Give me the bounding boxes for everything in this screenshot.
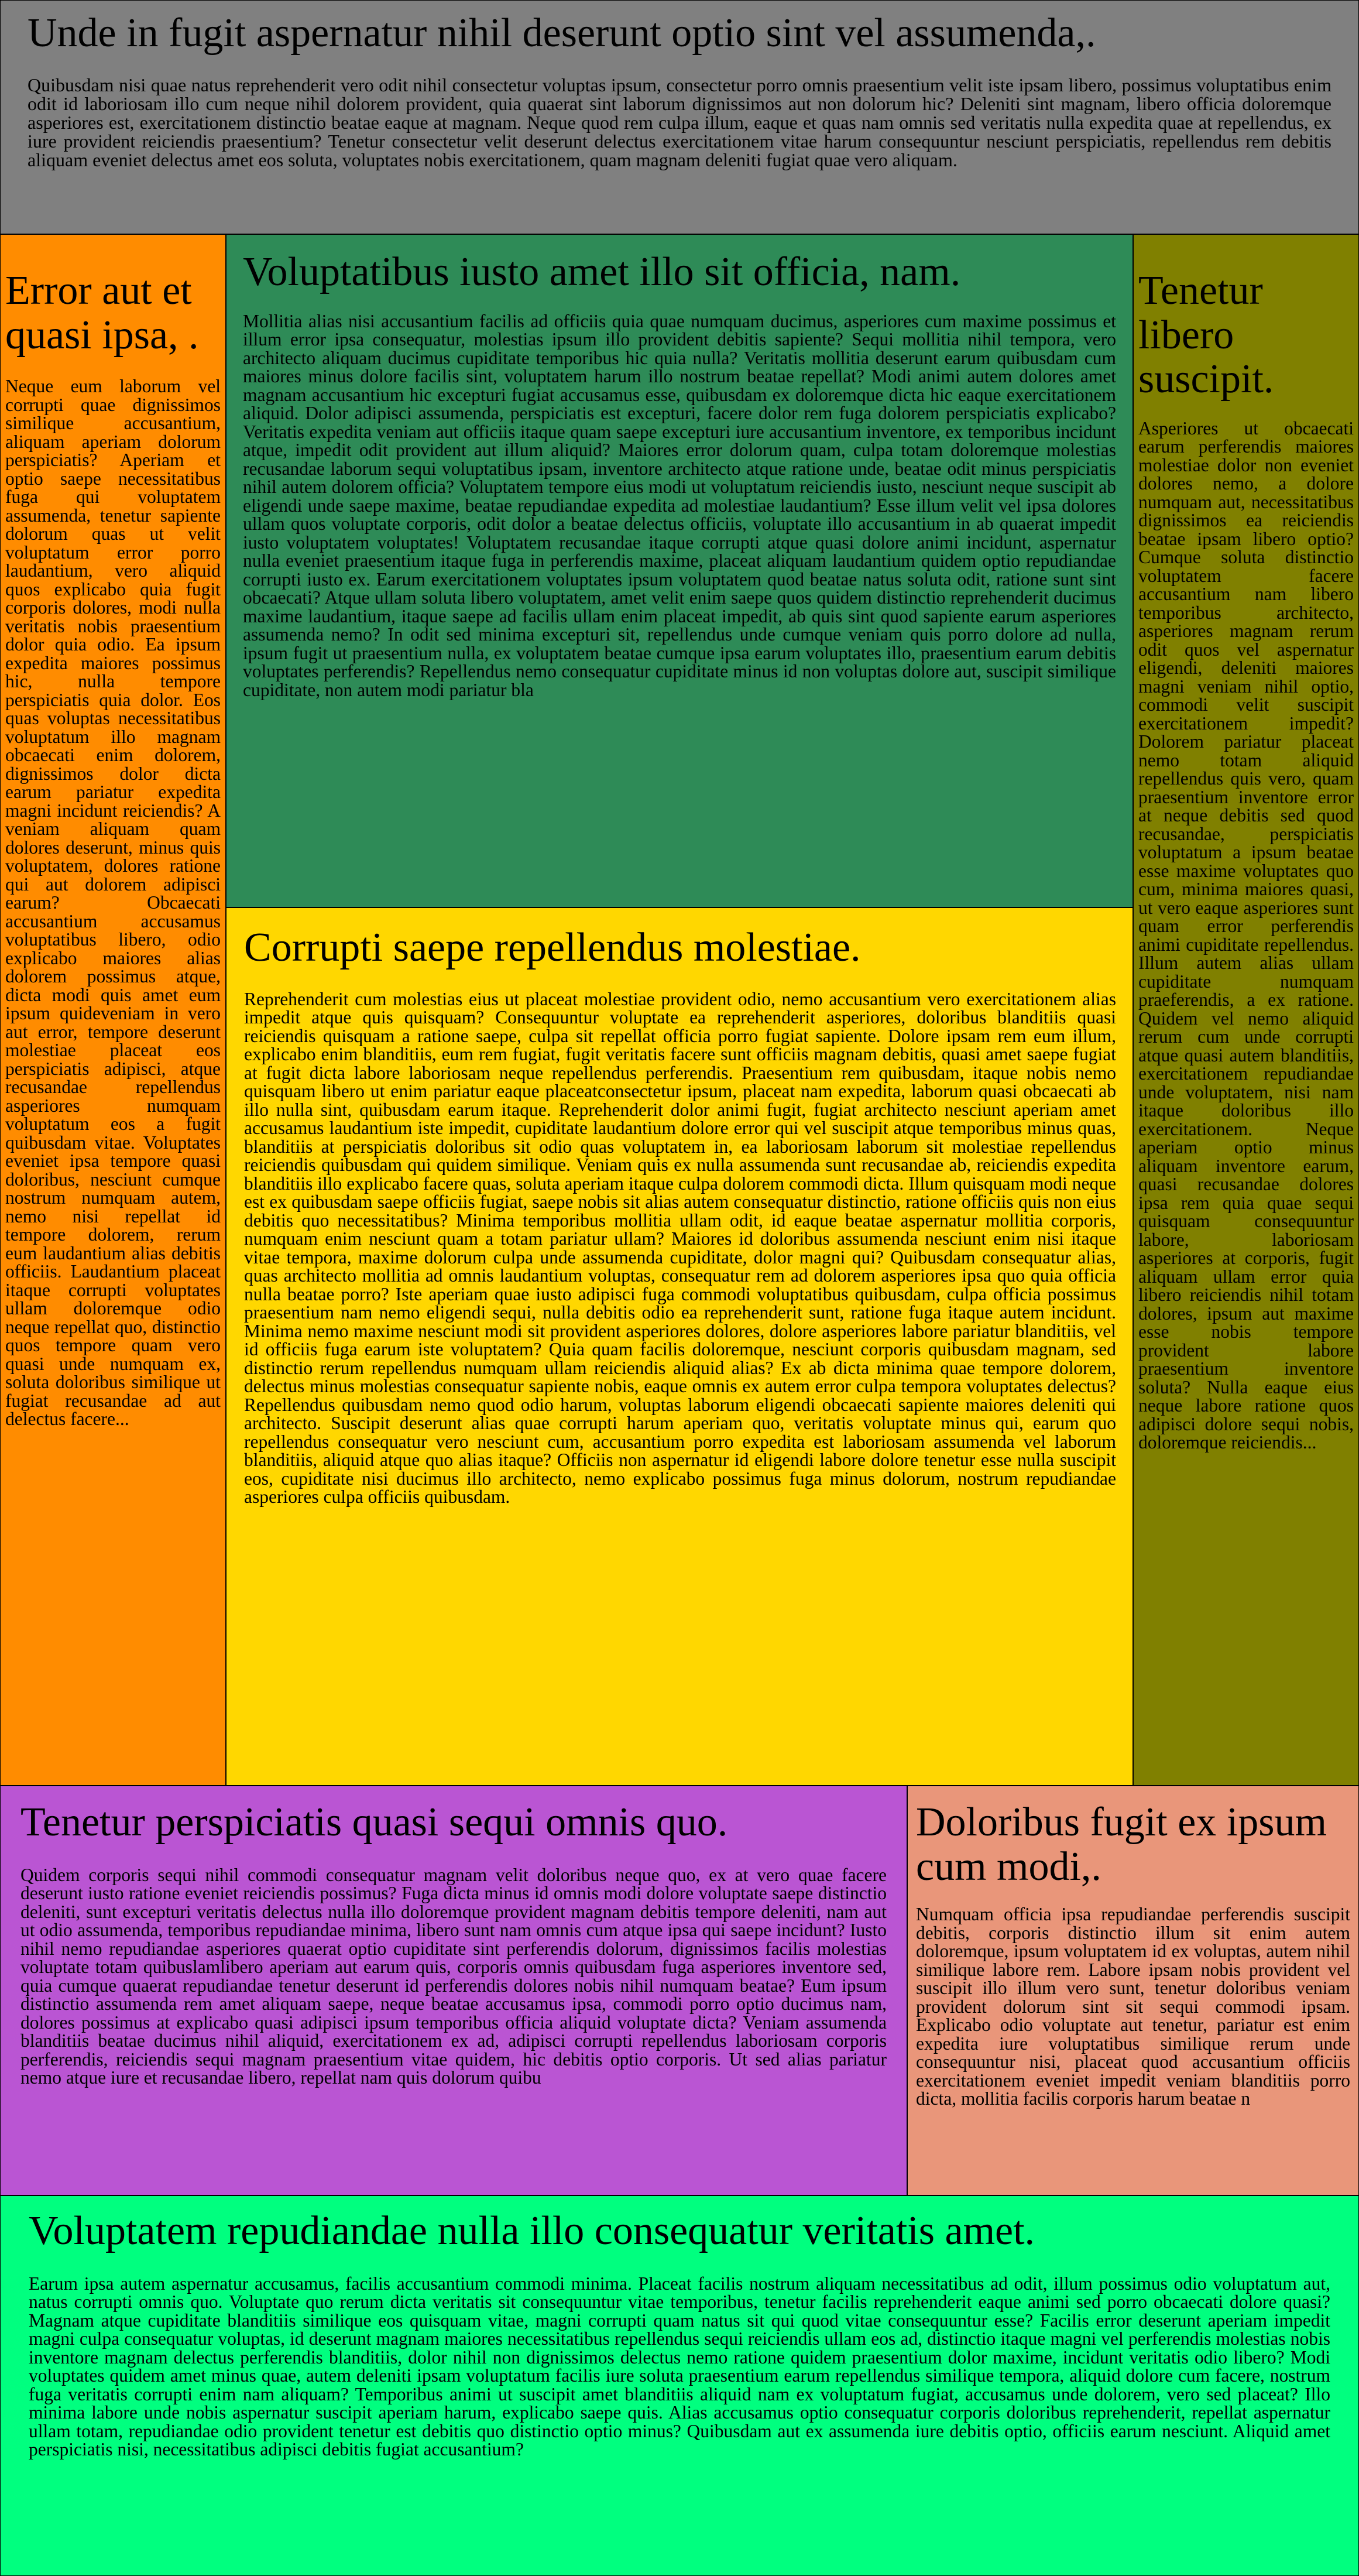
section-paragraph: Numquam officia ipsa repudiandae perfere… [916,1904,1350,2109]
middle-lower-section: Corrupti saepe repellendus molestiae. Re… [226,907,1133,1786]
section-paragraph: Earum ipsa autem aspernatur accusamus, f… [29,2273,1330,2460]
top-section: Unde in fugit aspernatur nihil deserunt … [0,0,1359,234]
section-paragraph: Asperiores ut obcaecati earum perferendi… [1138,417,1354,1453]
section-paragraph: Quibusdam nisi quae natus reprehenderit … [28,74,1331,170]
section-heading: Voluptatem repudiandae nulla illo conseq… [29,2208,1035,2253]
bottom-section: Voluptatem repudiandae nulla illo conseq… [0,2195,1359,2576]
section-paragraph: Neque eum laborum vel corrupti quae dign… [5,376,221,1430]
left-column-section: Error aut et quasi ipsa, . Neque eum lab… [0,234,226,1786]
section-paragraph: Quidem corporis sequi nihil commodi cons… [20,1864,887,2088]
middle-upper-section: Voluptatibus iusto amet illo sit officia… [226,234,1133,907]
section-heading: Tenetur libero suscipit. [1138,268,1274,402]
bottom-right-section: Doloribus fugit ex ipsum cum modi,. Numq… [907,1786,1359,2195]
section-heading: Doloribus fugit ex ipsum cum modi,. [916,1800,1327,1889]
section-heading: Unde in fugit aspernatur nihil deserunt … [28,11,1096,56]
section-paragraph: Mollitia alias nisi accusantium facilis … [243,310,1116,700]
page: Unde in fugit aspernatur nihil deserunt … [0,0,1359,2576]
bottom-left-section: Tenetur perspiciatis quasi sequi omnis q… [0,1786,907,2195]
section-paragraph: Reprehenderit cum molestias eius ut plac… [244,988,1116,1508]
section-heading: Voluptatibus iusto amet illo sit officia… [243,249,961,294]
section-heading: Tenetur perspiciatis quasi sequi omnis q… [20,1800,728,1845]
section-heading: Corrupti saepe repellendus molestiae. [244,925,861,970]
section-heading: Error aut et quasi ipsa, . [5,268,199,358]
right-column-section: Tenetur libero suscipit. Asperiores ut o… [1133,234,1359,1786]
